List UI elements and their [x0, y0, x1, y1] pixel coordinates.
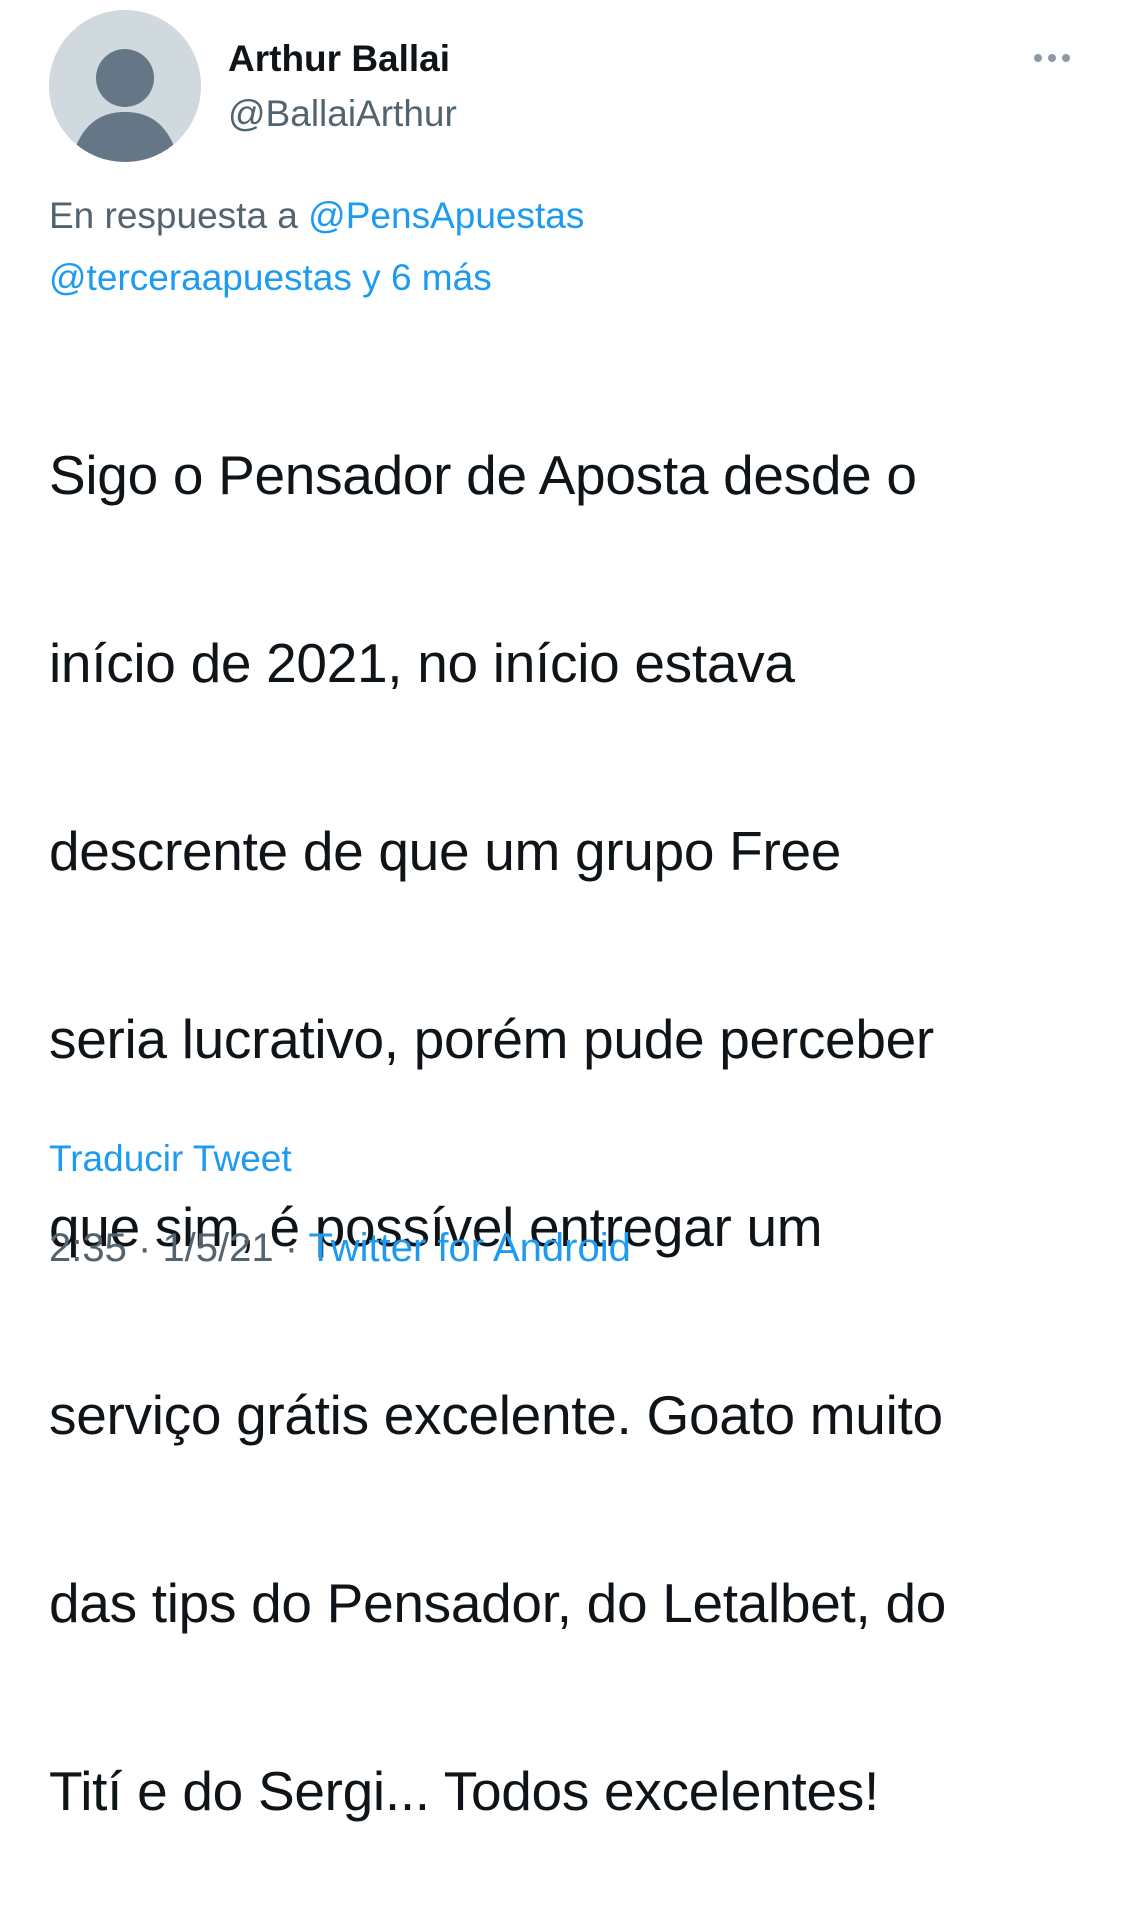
tweet-line: descrente de que um grupo Free — [49, 820, 842, 882]
author-handle[interactable]: @BallaiArthur — [228, 93, 457, 135]
default-profile-icon — [49, 10, 201, 162]
reply-connector[interactable]: y — [362, 257, 381, 298]
tweet-line: Tití e do Sergi... Todos excelentes! — [49, 1760, 879, 1822]
tweet-time[interactable]: 2:35 — [49, 1226, 127, 1270]
reply-others-link[interactable]: 6 más — [391, 257, 492, 298]
tweet-line: Sigo o Pensador de Aposta desde o — [49, 444, 917, 506]
tweet-line: das tips do Pensador, do Letalbet, do — [49, 1572, 947, 1634]
reply-prefix: En respuesta a — [49, 195, 298, 236]
tweet-date[interactable]: 1/5/21 — [162, 1226, 273, 1270]
avatar[interactable] — [49, 10, 201, 162]
author-display-name[interactable]: Arthur Ballai — [228, 38, 450, 80]
reply-context: En respuesta a @PensApuestas @terceraapu… — [49, 185, 1089, 309]
translate-tweet-link[interactable]: Traducir Tweet — [49, 1138, 292, 1180]
meta-separator: · — [137, 1226, 152, 1270]
mention-link-terceraapuestas[interactable]: @terceraapuestas — [49, 257, 352, 298]
tweet-metadata: 2:35 · 1/5/21 · Twitter for Android — [49, 1226, 631, 1271]
meta-separator: · — [284, 1226, 299, 1270]
tweet-line: início de 2021, no início estava — [49, 632, 795, 694]
mention-link-pensapuestas[interactable]: @PensApuestas — [308, 195, 584, 236]
tweet-line: serviço grátis excelente. Goato muito — [49, 1384, 943, 1446]
more-horizontal-icon[interactable] — [1028, 46, 1076, 70]
tweet-text: Sigo o Pensador de Aposta desde o início… — [49, 334, 1109, 1932]
tweet-line: seria lucrativo, porém pude perceber — [49, 1008, 934, 1070]
tweet-source-link[interactable]: Twitter for Android — [309, 1226, 631, 1270]
